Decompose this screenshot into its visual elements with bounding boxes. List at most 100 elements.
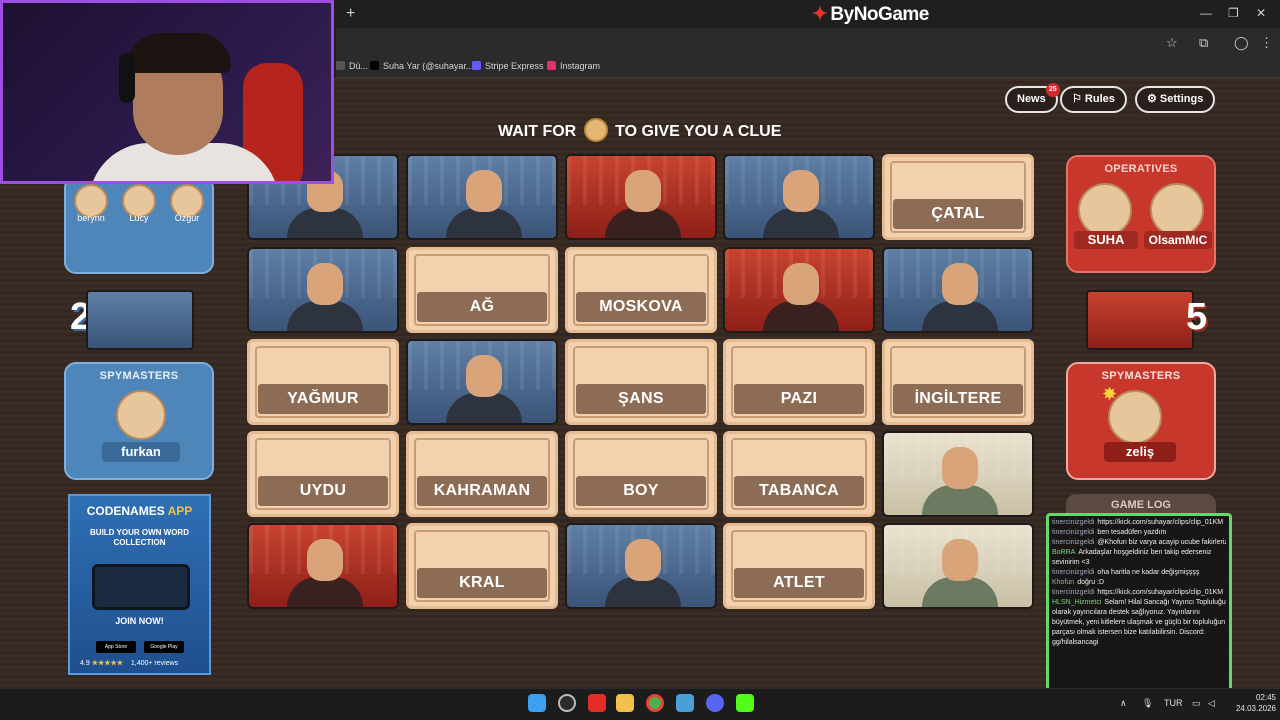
google-play-badge[interactable]: Google Play <box>144 641 184 653</box>
agent-head <box>942 447 978 489</box>
ad-title-accent: APP <box>167 504 193 518</box>
chat-text: https://kick.com/suhayar/clips/clip_01KM <box>1097 589 1224 596</box>
discord-icon[interactable] <box>706 694 724 712</box>
card-word: TABANCA <box>734 476 864 506</box>
rules-label: Rules <box>1084 93 1115 105</box>
card-word: YAĞMUR <box>258 384 388 414</box>
word-card[interactable]: UYDU <box>247 431 399 517</box>
settings-label: Settings <box>1159 93 1204 105</box>
word-card[interactable]: KRAL <box>406 523 558 609</box>
word-card[interactable]: ÇATAL <box>882 154 1034 240</box>
bookmark-label: Instagram <box>560 61 601 71</box>
red-agent-card[interactable] <box>723 247 875 333</box>
ad-subtitle: BUILD YOUR OWN WORD COLLECTION <box>90 528 189 547</box>
app-icon[interactable] <box>676 694 694 712</box>
chat-text: ben tesadüfen yazdım <box>1097 529 1167 536</box>
speedometer-icon[interactable] <box>558 694 576 712</box>
language-indicator[interactable]: TUR <box>1164 698 1183 708</box>
bookmark-item[interactable]: Dü... <box>336 61 368 71</box>
agent-head <box>466 170 502 212</box>
agent-head <box>783 170 819 212</box>
codenames-app-ad[interactable]: CODENAMES APP BUILD YOUR OWN WORD COLLEC… <box>68 494 211 675</box>
news-badge: 25 <box>1045 83 1060 97</box>
bookmark-item[interactable]: Suha Yar (@suhayar.... <box>370 61 476 71</box>
word-card[interactable]: ŞANS <box>565 339 717 425</box>
agent-body <box>287 577 363 607</box>
word-card[interactable]: ATLET <box>723 523 875 609</box>
blue-agent-card[interactable] <box>882 247 1034 333</box>
app-store-badge[interactable]: App Store <box>96 641 136 653</box>
rules-button[interactable]: ⚐ Rules <box>1060 86 1127 113</box>
operative-name: SUHA <box>1074 231 1138 249</box>
word-card[interactable]: KAHRAMAN <box>406 431 558 517</box>
new-tab-button[interactable]: + <box>346 5 355 23</box>
minimize-icon[interactable]: — <box>1200 6 1212 20</box>
windows-taskbar <box>0 688 1280 720</box>
word-card[interactable]: YAĞMUR <box>247 339 399 425</box>
menu-icon[interactable]: ⋮ <box>1260 35 1273 51</box>
blue-agent-card[interactable] <box>565 523 717 609</box>
card-word: PAZI <box>734 384 864 414</box>
blue-agent-card[interactable] <box>723 154 875 240</box>
word-card[interactable]: TABANCA <box>723 431 875 517</box>
site-logo[interactable]: ✦ ByNoGame <box>812 3 929 26</box>
chat-text: doğru :D <box>1077 579 1105 586</box>
operative-name: OlsamMıC <box>1144 231 1212 249</box>
agent-head <box>625 170 661 212</box>
network-icon[interactable]: ▭ <box>1192 698 1201 709</box>
file-explorer-icon[interactable] <box>616 694 634 712</box>
operative-name: Özgür <box>174 213 200 223</box>
red-agent-card[interactable] <box>247 523 399 609</box>
close-icon[interactable]: ✕ <box>1256 6 1266 20</box>
maximize-icon[interactable]: ❐ <box>1228 6 1239 20</box>
blue-agent-card[interactable] <box>406 154 558 240</box>
clock-time: 02:45 <box>1255 693 1276 702</box>
windows-start-icon[interactable] <box>528 694 546 712</box>
operative-name: Lucy <box>129 213 149 223</box>
extensions-icon[interactable]: ⧉ <box>1199 35 1208 51</box>
word-card[interactable]: BOY <box>565 431 717 517</box>
bookmark-item[interactable]: Stripe Express <box>472 61 544 71</box>
operative-avatar <box>1150 183 1204 237</box>
logo-mark-icon: ✦ <box>812 4 828 25</box>
word-card[interactable]: İNGİLTERE <box>882 339 1034 425</box>
youtube-icon[interactable] <box>588 694 606 712</box>
agent-head <box>466 355 502 397</box>
chevron-up-icon[interactable]: ∧ <box>1120 698 1127 709</box>
gear-icon: ⚙ <box>1147 93 1160 105</box>
system-clock[interactable]: 02:45 24.03.2026 <box>1232 692 1276 714</box>
volume-icon[interactable]: ◁ <box>1208 698 1215 709</box>
kick-icon[interactable] <box>736 694 754 712</box>
card-word: AĞ <box>417 292 547 322</box>
word-card[interactable]: MOSKOVA <box>565 247 717 333</box>
bystander-card[interactable] <box>882 431 1034 517</box>
blue-agent-card[interactable] <box>247 247 399 333</box>
address-bar[interactable] <box>336 28 1280 56</box>
word-card[interactable]: PAZI <box>723 339 875 425</box>
red-operatives-panel: OPERATIVES SUHA OlsamMıC <box>1066 155 1216 273</box>
news-button[interactable]: News 25 <box>1005 83 1060 113</box>
operative-name: berynn <box>77 213 105 223</box>
card-word: ATLET <box>734 568 864 598</box>
settings-button[interactable]: ⚙ Settings <box>1135 86 1216 113</box>
spymaster-mini-avatar <box>583 118 608 142</box>
bookmark-star-icon[interactable]: ☆ <box>1166 35 1178 51</box>
blue-agent-card[interactable] <box>406 339 558 425</box>
agent-body <box>922 301 998 331</box>
word-card[interactable]: AĞ <box>406 247 558 333</box>
red-remaining-count: 5 <box>1186 296 1208 338</box>
profile-icon[interactable]: ◯ <box>1234 35 1249 51</box>
red-agent-card[interactable] <box>565 154 717 240</box>
ad-cta[interactable]: JOIN NOW! <box>70 616 209 626</box>
agent-body <box>287 301 363 331</box>
chrome-icon[interactable] <box>646 694 664 712</box>
red-spymaster-name: zeliş <box>1104 442 1176 462</box>
chat-message: tinercinizgeldi @Khofun biz varya acayip … <box>1052 538 1226 548</box>
bookmark-favicon-icon <box>472 61 481 70</box>
operative-avatar <box>1078 183 1132 237</box>
bystander-card[interactable] <box>882 523 1034 609</box>
microphone-icon[interactable]: 🎙 <box>1142 698 1153 709</box>
chat-text: Arkadaşlar hoşgeldiniz ben takip edersen… <box>1052 549 1212 566</box>
card-word: İNGİLTERE <box>893 384 1023 414</box>
bookmark-item[interactable]: Instagram <box>547 61 600 71</box>
